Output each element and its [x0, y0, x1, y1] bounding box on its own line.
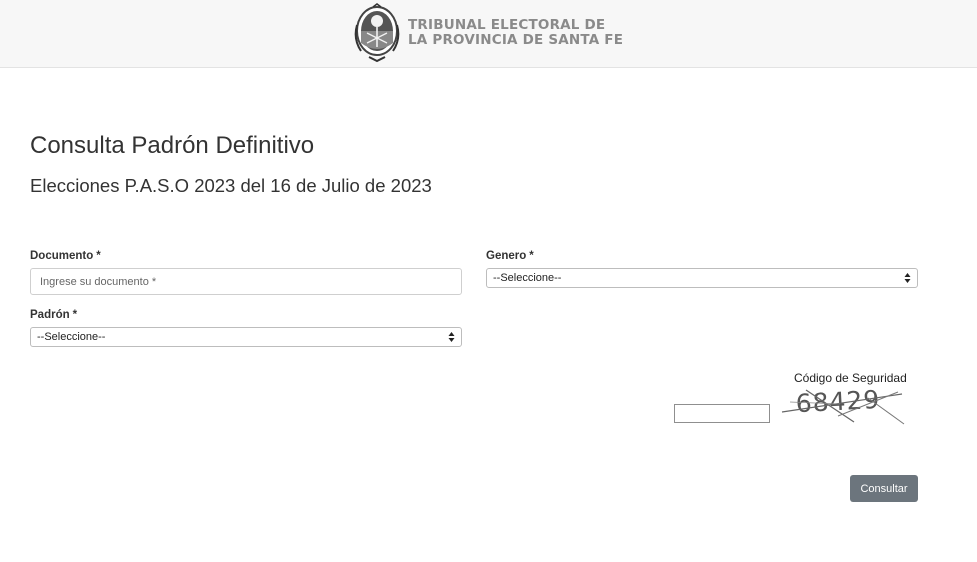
captcha-input[interactable]	[674, 404, 770, 423]
padron-label: Padrón *	[30, 309, 77, 321]
required-mark: *	[529, 250, 534, 262]
logo-line-1: TRIBUNAL ELECTORAL DE	[408, 17, 606, 33]
required-mark: *	[72, 309, 78, 321]
top-header: TRIBUNAL ELECTORAL DE LA PROVINCIA DE SA…	[0, 0, 977, 68]
required-mark: *	[96, 250, 101, 262]
genero-selected-value: --Seleccione--	[493, 272, 562, 284]
documento-label-text: Documento	[30, 250, 94, 262]
captcha-text: 68429	[795, 385, 881, 418]
select-arrows-icon	[904, 273, 911, 283]
logo-line-2: LA PROVINCIA DE SANTA FE	[408, 32, 624, 48]
genero-label: Genero *	[486, 250, 534, 262]
padron-selected-value: --Seleccione--	[37, 331, 106, 343]
logo-text: TRIBUNAL ELECTORAL DE LA PROVINCIA DE SA…	[408, 18, 623, 48]
documento-input[interactable]	[30, 268, 462, 295]
padron-select[interactable]: --Seleccione--	[30, 327, 462, 347]
select-arrows-icon	[448, 332, 455, 342]
genero-label-text: Genero	[486, 250, 527, 262]
consultar-button[interactable]: Consultar	[850, 475, 918, 502]
captcha-image: 68429	[781, 385, 905, 425]
padron-label-text: Padrón	[30, 309, 70, 321]
page-title: Consulta Padrón Definitivo	[30, 132, 315, 159]
captcha-label: Código de Seguridad	[794, 371, 907, 385]
genero-select[interactable]: --Seleccione--	[486, 268, 918, 288]
page-subtitle: Elecciones P.A.S.O 2023 del 16 de Julio …	[30, 175, 432, 196]
tribunal-logo[interactable]: TRIBUNAL ELECTORAL DE LA PROVINCIA DE SA…	[353, 3, 623, 63]
provincial-seal-icon	[354, 3, 400, 63]
documento-label: Documento *	[30, 250, 101, 262]
